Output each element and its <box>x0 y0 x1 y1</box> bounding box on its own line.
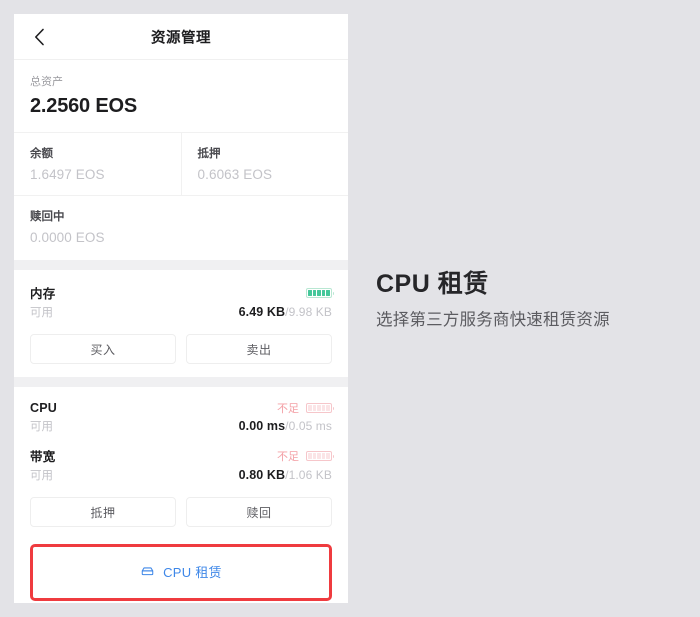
net-header: 带宽 不足 <box>30 446 334 465</box>
cpu-amount: 0.00 ms/0.05 ms <box>239 419 332 433</box>
refunding-label: 赎回中 <box>30 211 65 224</box>
ram-status <box>306 287 334 298</box>
cpu-rental-section: CPU 租赁 <box>14 540 348 603</box>
net-status-badge: 不足 <box>277 450 299 463</box>
balance-stake-row: 余额 1.6497 EOS 抵押 0.6063 EOS <box>14 133 349 197</box>
nav-bar: 资源管理 <box>14 14 348 60</box>
balance-value: 1.6497 EOS <box>30 167 105 183</box>
ram-amount: 6.49 KB/9.98 KB <box>239 305 332 319</box>
server-rack-icon <box>140 564 155 579</box>
staked-cell: 抵押 0.6063 EOS <box>180 133 349 196</box>
ram-resource-card: 内存 可用 6.49 KB/9.98 KB 买入 卖出 <box>14 270 348 378</box>
net-sub-row: 可用 0.80 KB/1.06 KB <box>30 467 332 483</box>
total-asset-value: 2.2560 EOS <box>30 95 137 118</box>
ram-name: 内存 <box>30 287 56 302</box>
cpu-net-resource-card: CPU 不足 可用 0.00 ms/0.05 ms 带宽 不足 可用 0.80 … <box>14 387 348 541</box>
net-amount: 0.80 KB/1.06 KB <box>239 468 332 482</box>
ram-buy-button[interactable]: 买入 <box>30 334 176 365</box>
net-available-label: 可用 <box>30 470 53 483</box>
net-status: 不足 <box>277 448 334 464</box>
battery-gauge-empty-icon <box>306 450 334 461</box>
asset-summary-card: 总资产 2.2560 EOS 余额 1.6497 EOS 抵押 0.6063 E… <box>14 60 349 261</box>
cpu-sub-row: 可用 0.00 ms/0.05 ms <box>30 418 332 434</box>
cpu-header: CPU 不足 <box>30 400 334 416</box>
cpu-rental-button[interactable]: CPU 租赁 <box>30 562 332 581</box>
ram-header: 内存 <box>30 283 334 302</box>
card-divider <box>14 260 348 271</box>
cpu-rental-label: CPU 租赁 <box>163 565 222 581</box>
refunding-value: 0.0000 EOS <box>30 230 105 246</box>
unstake-button[interactable]: 赎回 <box>186 497 332 528</box>
cpu-available-value: 0.00 ms <box>238 419 286 434</box>
balance-label: 余额 <box>30 148 53 161</box>
cpu-total-value: 0.05 ms <box>288 419 332 434</box>
caption-block: CPU 租赁 选择第三方服务商快速租赁资源 <box>376 269 696 332</box>
phone-screen: 资源管理 总资产 2.2560 EOS 余额 1.6497 EOS 抵押 0.6… <box>14 14 348 603</box>
total-asset-label: 总资产 <box>30 76 63 88</box>
ram-action-row: 买入 卖出 <box>30 334 332 365</box>
balance-cell: 余额 1.6497 EOS <box>14 133 181 195</box>
net-name: 带宽 <box>30 450 56 465</box>
stake-button[interactable]: 抵押 <box>30 497 176 528</box>
caption-title: CPU 租赁 <box>376 270 489 298</box>
battery-gauge-icon <box>306 287 334 298</box>
card-divider-2 <box>14 377 348 388</box>
cpu-net-action-row: 抵押 赎回 <box>30 497 332 528</box>
staked-label: 抵押 <box>197 148 221 161</box>
net-available-value: 0.80 KB <box>238 468 286 483</box>
refunding-cell: 赎回中 0.0000 EOS <box>14 196 348 260</box>
ram-available-value: 6.49 KB <box>238 305 286 320</box>
battery-gauge-empty-icon <box>306 403 334 414</box>
cpu-status-badge: 不足 <box>277 403 299 416</box>
page-title: 资源管理 <box>151 30 211 46</box>
caption-subtitle: 选择第三方服务商快速租赁资源 <box>376 311 610 330</box>
ram-sell-button[interactable]: 卖出 <box>186 334 332 365</box>
cpu-available-label: 可用 <box>30 421 53 434</box>
ram-available-label: 可用 <box>30 307 53 320</box>
total-asset-block: 总资产 2.2560 EOS <box>14 60 348 134</box>
cpu-name: CPU <box>30 401 57 416</box>
staked-value: 0.6063 EOS <box>197 167 273 183</box>
ram-sub-row: 可用 6.49 KB/9.98 KB <box>30 304 332 320</box>
net-total-value: 1.06 KB <box>288 468 332 483</box>
ram-total-value: 9.98 KB <box>288 305 332 320</box>
cpu-status: 不足 <box>277 400 334 416</box>
